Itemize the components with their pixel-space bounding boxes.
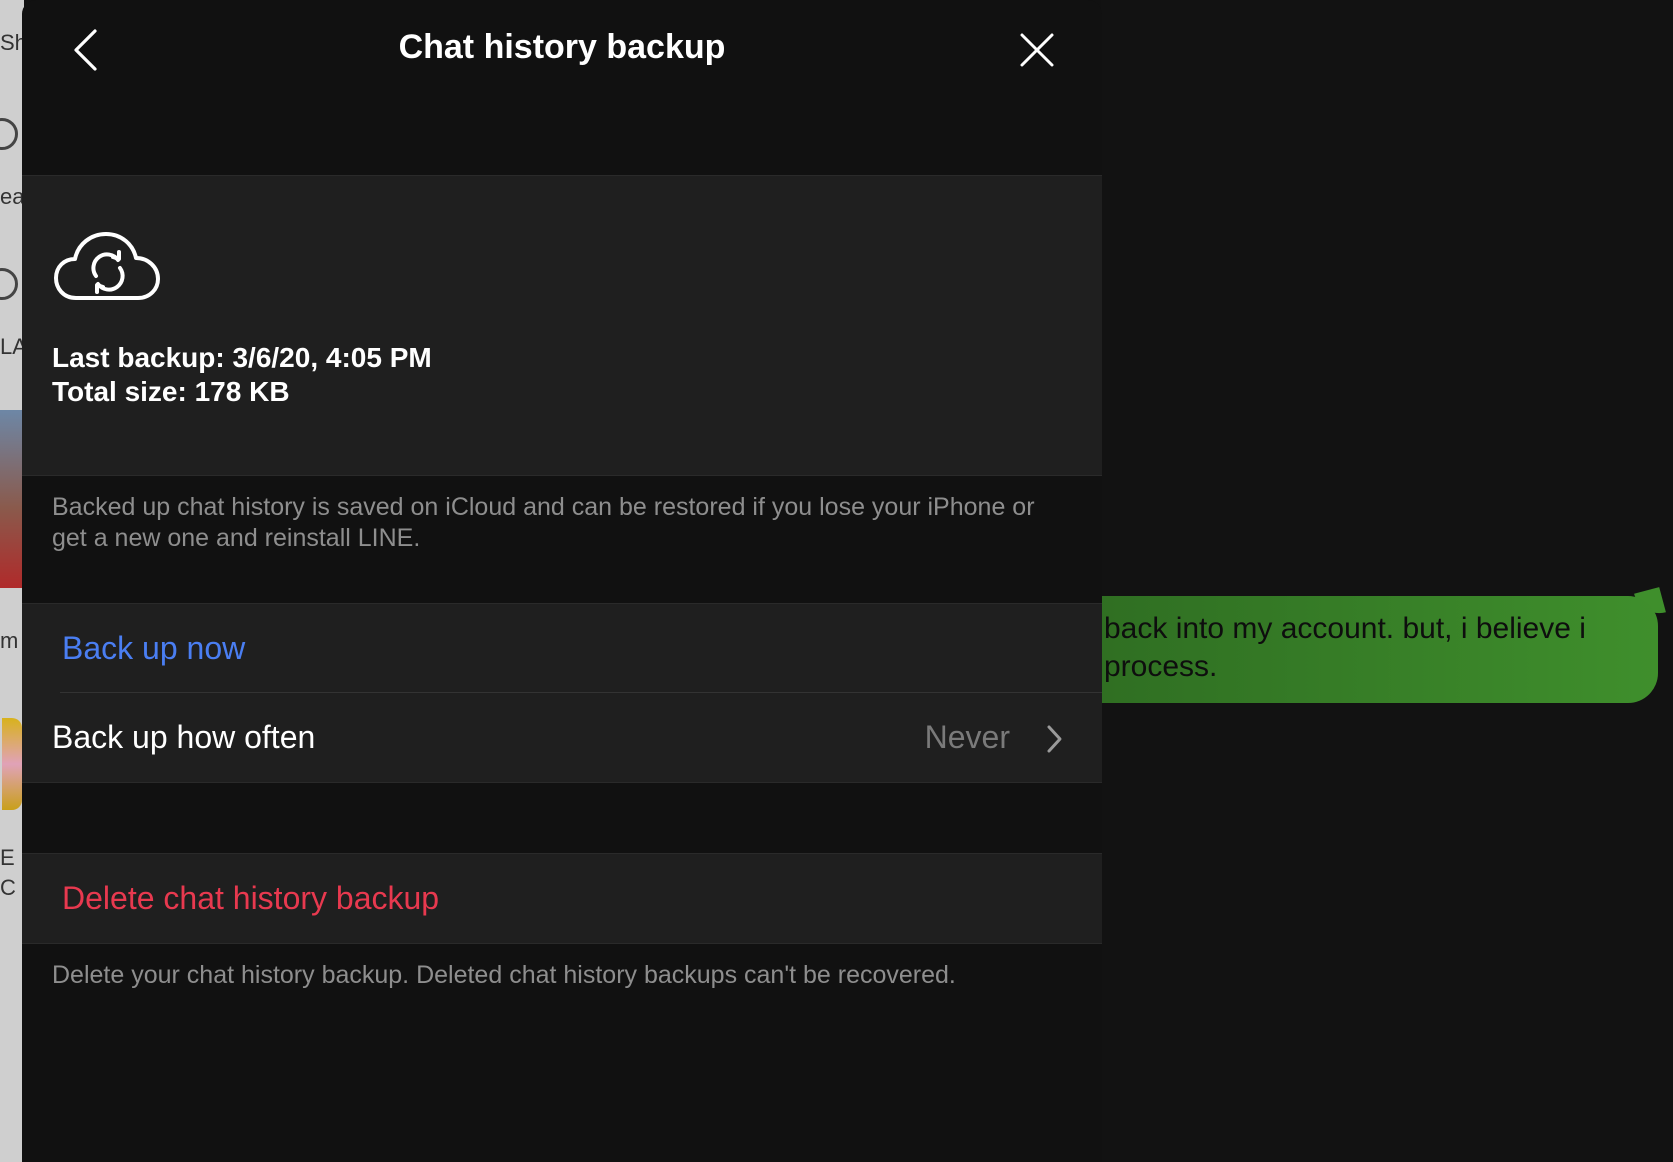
- bg-text-fragment: m: [0, 628, 19, 653]
- bg-text-fragment: LA: [0, 334, 24, 359]
- close-icon: [1020, 33, 1054, 67]
- back-up-frequency-label: Back up how often: [52, 719, 316, 755]
- chat-bubble-line: back into my account. but, i believe i: [1104, 612, 1586, 645]
- total-size-text: Total size: 178 KB: [52, 376, 290, 407]
- backup-description: Backed up chat history is saved on iClou…: [22, 476, 1102, 604]
- bg-sticker-fragment: [2, 718, 22, 810]
- back-up-frequency-row[interactable]: Back up how often Never: [22, 693, 1102, 783]
- background-sidebar: Sh ea LA m E C: [0, 0, 24, 1162]
- cloud-sync-icon: [54, 232, 160, 300]
- bg-avatar-fragment: [0, 118, 18, 150]
- bg-photo-fragment: [0, 410, 24, 588]
- bg-avatar-fragment: [0, 268, 18, 300]
- back-up-now-button[interactable]: Back up now: [22, 604, 1102, 693]
- panel-header: Chat history backup: [22, 0, 1102, 176]
- bg-text-fragment: E: [0, 845, 15, 870]
- delete-backup-button[interactable]: Delete chat history backup: [22, 854, 1102, 944]
- bg-text-fragment: Sh: [0, 30, 24, 55]
- chevron-right-icon: [1047, 725, 1062, 753]
- page-title: Chat history backup: [398, 28, 726, 66]
- bg-text-fragment: C: [0, 875, 16, 900]
- chat-bubble: back into my account. but, i believe i p…: [1090, 596, 1658, 703]
- delete-backup-label: Delete chat history backup: [62, 880, 440, 916]
- section-spacer: [22, 783, 1102, 854]
- chat-history-backup-panel: Chat history backup Last backup: 3/6/20,…: [22, 0, 1102, 1162]
- back-up-now-label: Back up now: [62, 630, 246, 666]
- delete-description: Delete your chat history backup. Deleted…: [52, 961, 956, 989]
- back-up-frequency-value: Never: [924, 719, 1010, 755]
- last-backup-text: Last backup: 3/6/20, 4:05 PM: [52, 342, 432, 373]
- background-chat-area: [1101, 0, 1673, 1162]
- close-button[interactable]: [1012, 25, 1062, 75]
- backup-info-card: Last backup: 3/6/20, 4:05 PM Total size:…: [22, 176, 1102, 476]
- bg-text-fragment: ea: [0, 184, 24, 209]
- chat-bubble-line: process.: [1104, 650, 1218, 683]
